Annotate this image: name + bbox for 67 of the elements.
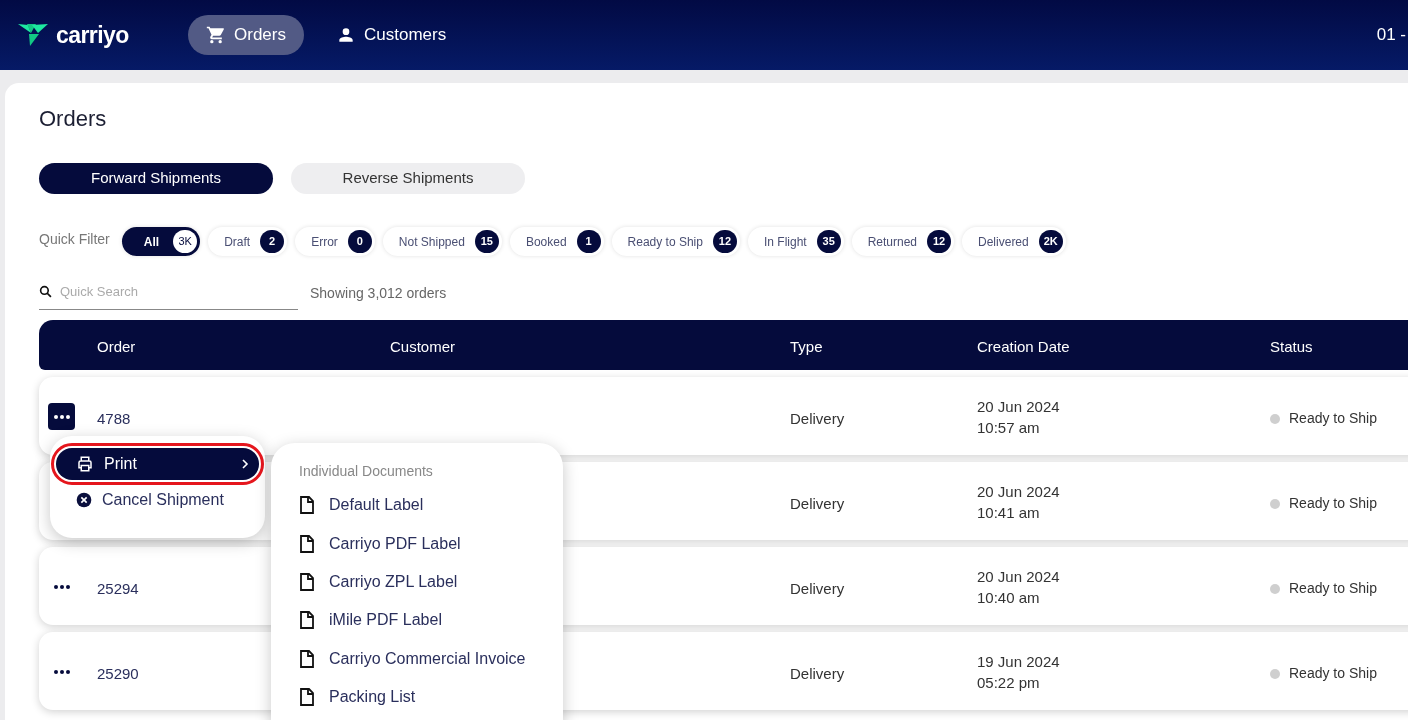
count-badge: 1 (576, 230, 601, 253)
type-cell-text: Delivery (790, 664, 845, 684)
date-cell-text: 19 Jun 2024 (977, 652, 1060, 672)
account-label[interactable]: 01 - (1376, 22, 1408, 48)
filter-chip[interactable]: Error 0 (295, 227, 375, 256)
shipment-tab[interactable]: Forward Shipments (39, 163, 273, 194)
chip-label: Error (311, 233, 338, 251)
filter-chip[interactable]: In Flight 35 (747, 227, 844, 256)
date-cell-text: 20 Jun 2024 (977, 567, 1060, 587)
status-text: Ready to Ship (1289, 494, 1377, 513)
chip-label: Booked (525, 233, 567, 251)
order-number[interactable]: 25294 (97, 578, 139, 601)
result-count: Showing 3,012 orders (310, 284, 447, 303)
status-text: Ready to Ship (1289, 409, 1377, 428)
menu-item[interactable]: Cancel Shipment (56, 484, 259, 516)
order-number[interactable]: 25290 (97, 663, 139, 686)
filter-chip[interactable]: Draft 2 (208, 227, 288, 256)
count-badge: 35 (816, 230, 841, 253)
count-badge: 15 (474, 230, 499, 253)
chip-label: Draft (224, 233, 251, 251)
filter-label: Quick Filter (39, 230, 110, 249)
time-cell-text: 05:22 pm (977, 673, 1041, 693)
chip-label: In Flight (763, 233, 807, 251)
document-item[interactable]: Carriyo ZPL Label (299, 562, 458, 602)
nav-tab[interactable]: Orders (188, 15, 304, 55)
filter-chip[interactable]: Booked 1 (509, 227, 604, 256)
column-header: Type (790, 337, 823, 357)
search-field[interactable]: Quick Search (60, 276, 290, 307)
count-badge: 2K (1038, 230, 1063, 253)
column-header: Order (97, 337, 136, 357)
logo-text: carriyo (56, 20, 129, 50)
column-header: Customer (390, 337, 456, 357)
submenu-heading: Individual Documents (299, 462, 434, 481)
time-cell-text: 10:40 am (977, 588, 1041, 608)
count-badge: 3K (173, 230, 198, 253)
filter-chip[interactable]: Returned 12 (851, 227, 955, 256)
page-title: Orders (39, 105, 108, 133)
chip-label: All (143, 233, 160, 251)
column-header: Status (1270, 337, 1313, 357)
type-cell-text: Delivery (790, 409, 845, 429)
document-item[interactable]: Default Label (299, 486, 424, 525)
count-badge: 0 (347, 230, 372, 253)
column-header: Creation Date (977, 337, 1070, 357)
document-item[interactable]: Carriyo Commercial Invoice (299, 639, 526, 678)
type-cell-text: Delivery (790, 579, 845, 599)
chip-label: Returned (867, 233, 918, 251)
order-number[interactable]: 4788 (97, 408, 131, 431)
date-cell-text: 20 Jun 2024 (977, 482, 1060, 502)
type-cell-text: Delivery (790, 494, 845, 514)
time-cell-text: 10:57 am (977, 418, 1041, 438)
filter-chip[interactable]: Delivered 2K (962, 227, 1066, 256)
date-cell-text: 20 Jun 2024 (977, 397, 1060, 417)
nav-tab[interactable]: Customers (317, 15, 465, 55)
chip-label: Ready to Ship (627, 233, 703, 251)
status-text: Ready to Ship (1289, 579, 1377, 598)
count-badge: 12 (927, 230, 952, 253)
time-cell-text: 10:41 am (977, 503, 1041, 523)
count-badge: 2 (260, 230, 285, 253)
filter-chip[interactable]: Not Shipped 15 (382, 227, 502, 256)
filter-chip[interactable]: All 3K (121, 227, 201, 256)
status-text: Ready to Ship (1289, 664, 1377, 683)
count-badge: 12 (712, 230, 737, 253)
shipment-tab[interactable]: Reverse Shipments (291, 163, 525, 194)
chip-label: Delivered (978, 233, 1029, 251)
chip-label: Not Shipped (398, 233, 465, 251)
order-row[interactable]: 4788 Delivery 20 Jun 2024 10:57 am Ready to Ship (39, 377, 1408, 455)
filter-chip[interactable]: Ready to Ship 12 (611, 227, 740, 256)
